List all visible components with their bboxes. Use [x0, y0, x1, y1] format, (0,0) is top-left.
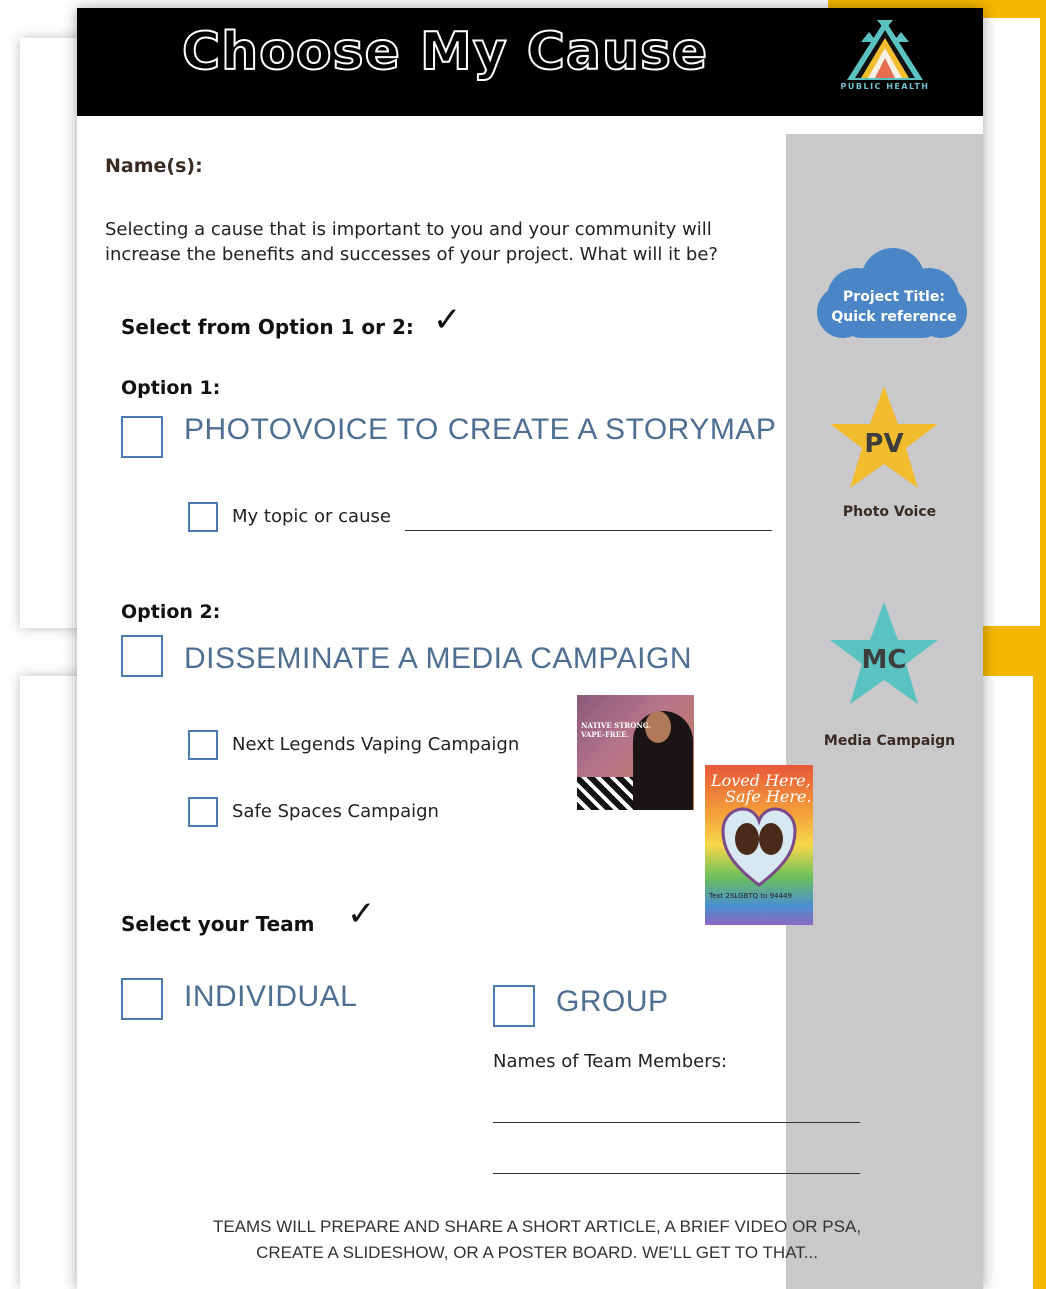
vaping-campaign-label: Next Legends Vaping Campaign: [232, 734, 520, 755]
public-health-logo-icon: [847, 20, 923, 80]
names-label: Name(s):: [105, 155, 203, 177]
quick-reference-sidebar: Project Title: Quick reference PV Photo …: [786, 134, 983, 1289]
option2-checkbox[interactable]: [121, 635, 163, 677]
option1-checkbox[interactable]: [121, 416, 163, 458]
mc-label: Media Campaign: [823, 733, 956, 749]
footer-line-1: TEAMS WILL PREPARE AND SHARE A SHORT ART…: [212, 1217, 862, 1236]
footer-line-2: CREATE A SLIDESHOW, OR A POSTER BOARD. W…: [256, 1243, 818, 1262]
safe-spaces-checkbox[interactable]: [188, 797, 218, 827]
cloud-text: Project Title: Quick reference: [824, 287, 964, 327]
individual-label: INDIVIDUAL: [184, 980, 358, 1013]
option1-heading: Option 1:: [121, 377, 221, 399]
header-bar: Choose My Cause PUBLIC HEALTH: [77, 8, 983, 116]
checkmark-icon: ✓: [433, 300, 462, 340]
cloud-line-2: Quick reference: [831, 309, 957, 325]
team-label: Select your Team: [121, 912, 315, 936]
cloud-line-1: Project Title:: [843, 289, 945, 305]
safe-poster-headline-2: Safe Here.: [725, 787, 812, 806]
group-label: GROUP: [556, 985, 669, 1018]
individual-checkbox[interactable]: [121, 978, 163, 1020]
team-members-label: Names of Team Members:: [493, 1051, 728, 1072]
vaping-campaign-poster: NATIVE STRONG. VAPE-FREE.: [577, 695, 694, 810]
vape-poster-line-1: NATIVE STRONG.: [581, 721, 651, 730]
heart-icon: [721, 807, 797, 887]
option1-title: PHOTOVOICE TO CREATE A STORYMAP: [184, 413, 777, 446]
logo-caption: PUBLIC HEALTH: [840, 82, 930, 91]
mc-badge: MC: [861, 645, 907, 675]
option2-title: DISSEMINATE A MEDIA CAMPAIGN: [184, 642, 692, 675]
pv-badge: PV: [864, 429, 904, 459]
safe-spaces-label: Safe Spaces Campaign: [232, 801, 439, 822]
topic-label: My topic or cause: [232, 506, 391, 527]
group-checkbox[interactable]: [493, 985, 535, 1027]
worksheet-page: Choose My Cause PUBLIC HEALTH Project Ti…: [77, 8, 983, 1289]
team-member-line-2[interactable]: [493, 1173, 860, 1174]
topic-checkbox[interactable]: [188, 502, 218, 532]
team-member-line-1[interactable]: [493, 1122, 860, 1123]
pv-label: Photo Voice: [842, 504, 937, 520]
footer-note: TEAMS WILL PREPARE AND SHARE A SHORT ART…: [137, 1214, 937, 1266]
vape-poster-line-2: VAPE-FREE.: [581, 730, 629, 739]
safe-spaces-poster: Loved Here, Safe Here. Text 2SLGBTQ to 9…: [705, 765, 813, 925]
poster-stripes: [577, 777, 633, 810]
topic-input-line[interactable]: [405, 530, 772, 531]
option2-heading: Option 2:: [121, 601, 221, 623]
team-checkmark-icon: ✓: [347, 894, 376, 934]
page-title: Choose My Cause: [181, 21, 709, 83]
vaping-campaign-checkbox[interactable]: [188, 730, 218, 760]
select-option-label: Select from Option 1 or 2:: [121, 315, 414, 339]
intro-text: Selecting a cause that is important to y…: [105, 219, 718, 265]
safe-poster-text: Text 2SLGBTQ to 94449: [709, 892, 792, 900]
